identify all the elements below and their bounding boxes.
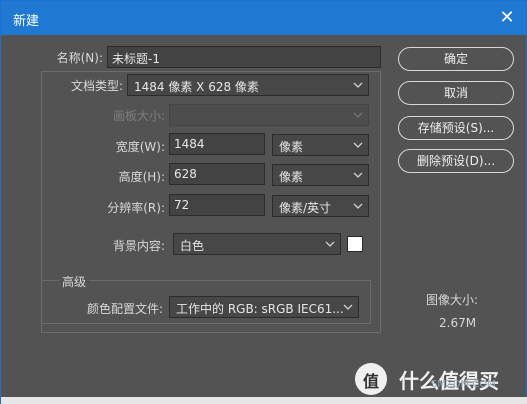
doctype-select[interactable]: 1484 像素 X 628 像素 [127,74,369,96]
close-icon[interactable]: ✕ [496,7,518,29]
height-unit-select[interactable]: 像素 [272,164,369,186]
new-document-dialog: 新建 ✕ 名称(N): 未标题-1 文档类型: 1484 像素 X 628 像素… [0,0,527,404]
chevron-down-icon [353,203,363,209]
advanced-title: 高级 [59,273,90,290]
width-unit-select[interactable]: 像素 [272,134,369,156]
cancel-button[interactable]: 取消 [398,81,514,105]
resolution-input[interactable]: 72 [169,194,265,216]
image-size-value: 2.67M [439,316,477,330]
resolution-label: 分辨率(R): [107,201,165,215]
profile-label: 颜色配置文件: [86,302,163,316]
watermark-site: SMZDM.COM [431,379,496,390]
doctype-value: 1484 像素 X 628 像素 [134,80,259,94]
background-value: 白色 [180,239,205,253]
height-input[interactable]: 628 [169,163,265,185]
width-unit-value: 像素 [279,140,304,154]
ok-button[interactable]: 确定 [398,47,514,71]
background-color-swatch[interactable] [347,236,363,252]
artboard-label: 画板大小: [112,109,165,123]
background-label: 背景内容: [112,239,165,253]
height-label: 高度(H): [118,170,165,184]
delete-preset-button[interactable]: 删除预设(D)... [398,149,514,173]
title-bar[interactable]: 新建 ✕ [1,1,526,35]
image-size-label: 图像大小: [426,293,479,307]
height-unit-value: 像素 [279,170,304,184]
width-input[interactable]: 1484 [169,133,265,155]
save-preset-button[interactable]: 存储预设(S)... [398,116,514,140]
profile-select[interactable]: 工作中的 RGB: sRGB IEC61... [169,296,359,318]
chevron-down-icon [353,142,363,148]
chevron-down-icon [353,112,363,118]
chevron-down-icon [325,241,335,247]
resolution-unit-select[interactable]: 像素/英寸 [272,195,369,217]
background-select[interactable]: 白色 [173,233,341,255]
name-input[interactable]: 未标题-1 [107,46,381,68]
name-label: 名称(N): [56,51,103,65]
doctype-label: 文档类型: [51,77,123,94]
watermark-logo: 值 [355,363,387,395]
artboard-select [169,104,369,126]
chevron-down-icon [353,82,363,88]
profile-value: 工作中的 RGB: sRGB IEC61... [176,302,344,316]
resolution-unit-value: 像素/英寸 [279,201,332,215]
chevron-down-icon [343,304,353,310]
watermark-logo-glyph: 值 [362,372,379,391]
chevron-down-icon [353,172,363,178]
dialog-title: 新建 [13,14,40,29]
width-label: 宽度(W): [115,140,165,154]
